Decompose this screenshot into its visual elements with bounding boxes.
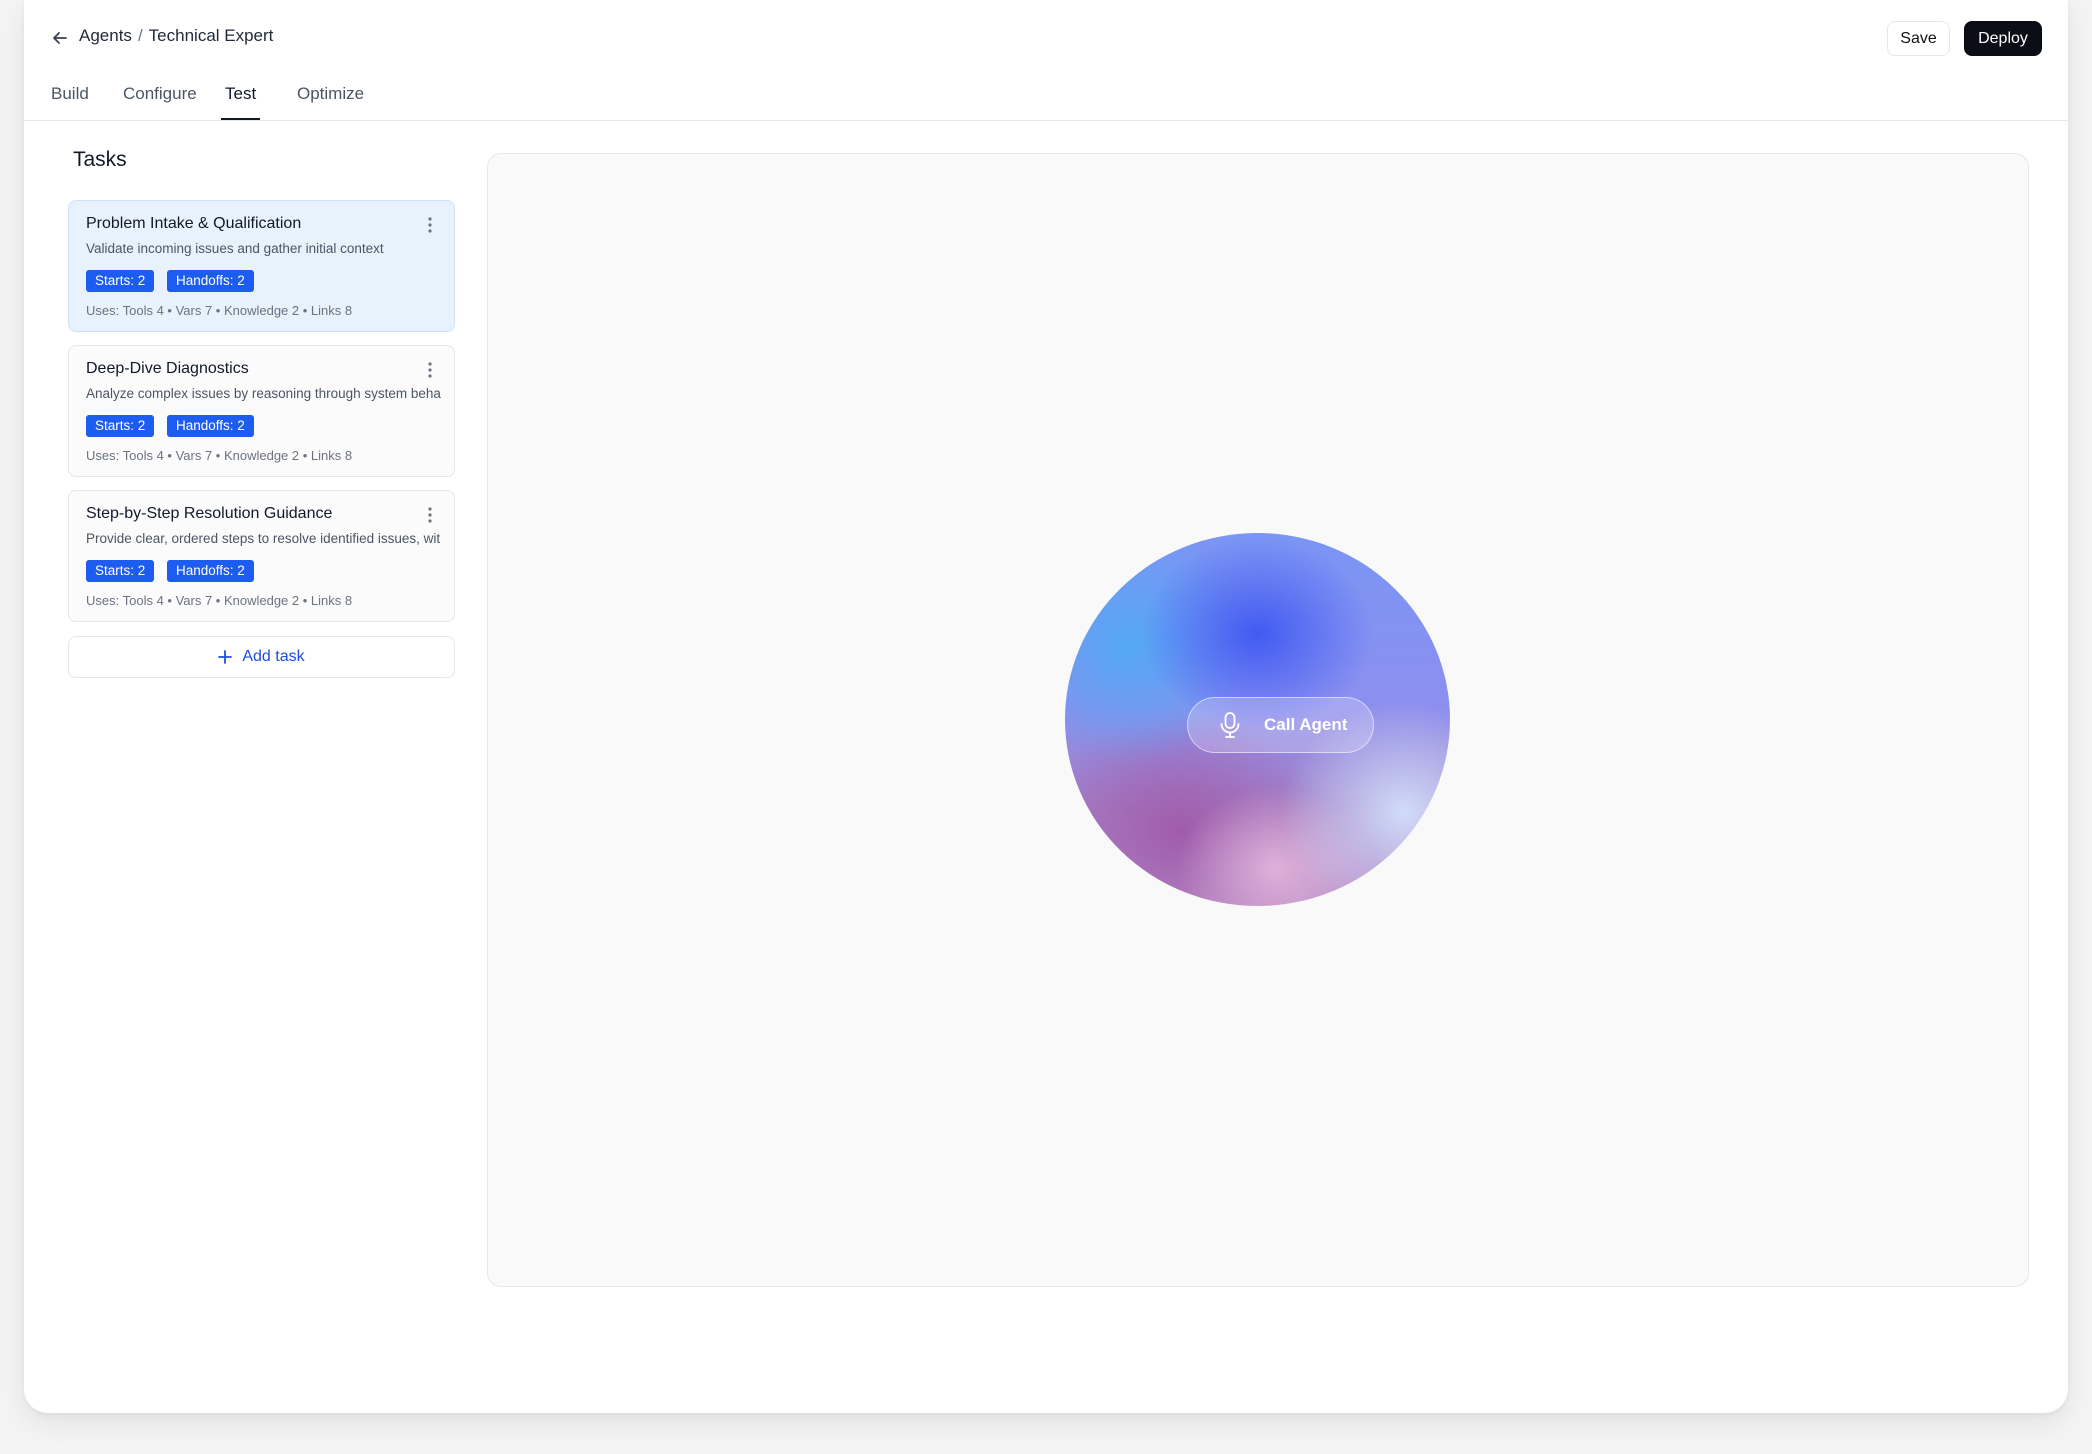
more-vertical-icon[interactable] (422, 360, 438, 380)
top-bar: Agents / Technical Expert Save Deploy (24, 0, 2068, 76)
breadcrumb-agents[interactable]: Agents (79, 26, 132, 46)
task-description: Validate incoming issues and gather init… (86, 241, 384, 256)
task-uses: Uses: Tools 4 • Vars 7 • Knowledge 2 • L… (86, 303, 353, 318)
tab-optimize[interactable]: Optimize (297, 84, 364, 118)
tasks-heading: Tasks (73, 148, 127, 171)
deploy-button[interactable]: Deploy (1964, 21, 2042, 56)
tab-configure[interactable]: Configure (123, 84, 197, 118)
task-title: Deep-Dive Diagnostics (86, 360, 249, 377)
tab-build[interactable]: Build (51, 84, 89, 118)
breadcrumb-current: Technical Expert (148, 26, 274, 45)
call-agent-button[interactable]: Call Agent (1187, 697, 1374, 753)
task-card[interactable]: Step-by-Step Resolution Guidance Provide… (68, 490, 455, 622)
task-description: Provide clear, ordered steps to resolve … (86, 531, 441, 546)
task-card[interactable]: Deep-Dive Diagnostics Analyze complex is… (68, 345, 455, 477)
more-vertical-icon[interactable] (422, 505, 438, 525)
plus-icon (218, 650, 233, 664)
handoffs-badge: Handoffs: 2 (167, 560, 254, 582)
microphone-icon (1220, 712, 1240, 738)
arrow-left-icon[interactable] (50, 28, 70, 48)
tab-test[interactable]: Test (221, 84, 261, 120)
tab-bar: Build Configure Test Optimize (24, 76, 2068, 121)
add-task-label: Add task (242, 648, 305, 665)
task-uses: Uses: Tools 4 • Vars 7 • Knowledge 2 • L… (86, 448, 353, 463)
task-description: Analyze complex issues by reasoning thro… (86, 386, 441, 401)
more-vertical-icon[interactable] (422, 215, 438, 235)
task-title: Problem Intake & Qualification (86, 215, 302, 232)
app-window: Agents / Technical Expert Save Deploy Bu… (24, 0, 2068, 1413)
save-button[interactable]: Save (1887, 21, 1950, 56)
handoffs-badge: Handoffs: 2 (167, 415, 254, 437)
starts-badge: Starts: 2 (86, 415, 155, 437)
task-title: Step-by-Step Resolution Guidance (86, 505, 333, 522)
breadcrumb: Agents / Technical Expert (79, 26, 273, 46)
handoffs-badge: Handoffs: 2 (167, 270, 254, 292)
task-card[interactable]: Problem Intake & Qualification Validate … (68, 200, 455, 332)
starts-badge: Starts: 2 (86, 270, 155, 292)
task-uses: Uses: Tools 4 • Vars 7 • Knowledge 2 • L… (86, 593, 353, 608)
breadcrumb-separator: / (137, 26, 143, 45)
add-task-button[interactable]: Add task (68, 636, 455, 678)
call-agent-label: Call Agent (1264, 715, 1348, 734)
starts-badge: Starts: 2 (86, 560, 155, 582)
